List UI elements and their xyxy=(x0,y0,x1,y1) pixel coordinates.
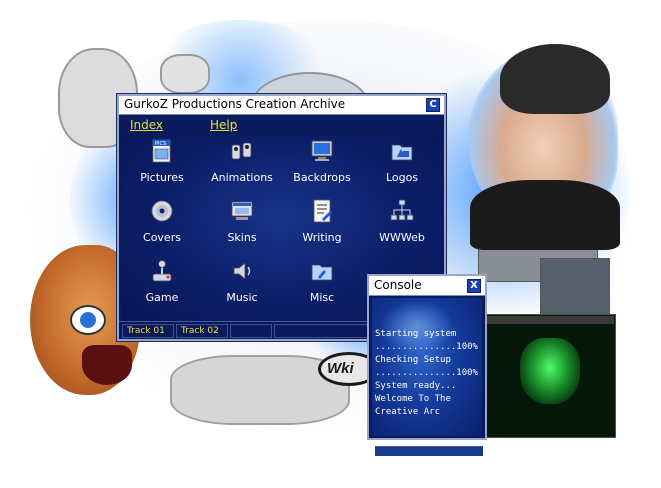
track-01-button[interactable]: Track 01 xyxy=(122,324,174,338)
backdrops-icon xyxy=(311,140,333,161)
game-icon xyxy=(152,260,172,282)
console-lines: Starting system ...............100% Chec… xyxy=(375,328,481,419)
covers-icon xyxy=(151,200,173,222)
skins-icon xyxy=(231,201,253,220)
console-close-button[interactable]: X xyxy=(467,279,481,293)
tile-skins[interactable]: Skins xyxy=(202,195,282,253)
console-line: Checking Setup xyxy=(375,355,451,365)
console-line: ...............100% xyxy=(375,342,478,352)
window-close-button[interactable]: C xyxy=(426,98,440,112)
status-panel xyxy=(230,324,272,338)
tile-animations[interactable]: Animations xyxy=(202,135,282,193)
console-line: Starting system xyxy=(375,329,457,339)
sketch-hand-drawing xyxy=(160,54,210,94)
screenshot-toolbar xyxy=(486,316,614,324)
wwweb-icon xyxy=(390,199,414,221)
tile-label: Misc xyxy=(309,291,335,304)
console-titlebar[interactable]: Console X xyxy=(369,276,485,296)
console-line: Creative Arc xyxy=(375,407,441,417)
background-screenshot xyxy=(540,258,610,318)
portrait-shirt xyxy=(470,180,620,250)
tile-game[interactable]: Game xyxy=(122,255,202,313)
menu-item-index[interactable]: Index xyxy=(130,118,163,132)
pictures-icon-badge: PICS xyxy=(155,141,166,147)
tile-label: Music xyxy=(226,291,258,304)
logos-icon xyxy=(391,144,413,161)
console-title: Console xyxy=(374,278,422,292)
console-window: Console X Starting system ..............… xyxy=(367,274,487,456)
tile-label: WWWeb xyxy=(379,231,425,244)
misc-icon xyxy=(311,264,333,281)
console-output: Starting system ...............100% Chec… xyxy=(372,298,483,456)
tile-pictures[interactable]: PICS Pictures xyxy=(122,135,202,193)
track-02-button[interactable]: Track 02 xyxy=(176,324,228,338)
cartoon-iris xyxy=(80,312,96,328)
tile-covers[interactable]: Covers xyxy=(122,195,202,253)
writing-icon xyxy=(313,199,332,223)
console-line: ...............100% xyxy=(375,368,478,378)
tile-writing[interactable]: Writing xyxy=(282,195,362,253)
animations-icon xyxy=(231,142,252,160)
window-title: GurkoZ Productions Creation Archive xyxy=(124,97,346,111)
console-line: Welcome To The xyxy=(375,394,451,404)
menu-bar: Index Help xyxy=(119,115,444,135)
tile-label: Backdrops xyxy=(293,171,351,184)
pictures-icon: PICS xyxy=(152,139,171,163)
tile-label: Skins xyxy=(227,231,257,244)
tile-music[interactable]: Music xyxy=(202,255,282,313)
tile-label: Writing xyxy=(302,231,342,244)
console-scrollbar[interactable] xyxy=(375,446,483,456)
tile-label: Covers xyxy=(143,231,181,244)
tile-label: Animations xyxy=(211,171,273,184)
console-line: System ready... xyxy=(375,381,457,391)
music-icon xyxy=(233,262,251,280)
cartoon-mouth xyxy=(82,345,132,385)
menu-item-help[interactable]: Help xyxy=(210,118,237,132)
green-skull-image xyxy=(520,338,580,404)
tile-wwweb[interactable]: WWWeb xyxy=(362,195,442,253)
tile-label: Logos xyxy=(385,171,419,184)
tile-logos[interactable]: Logos xyxy=(362,135,442,193)
tile-label: Game xyxy=(145,291,179,304)
tile-label: Pictures xyxy=(140,171,184,184)
tile-misc[interactable]: Misc xyxy=(282,255,362,313)
portrait-hair xyxy=(500,44,610,114)
window-titlebar[interactable]: GurkoZ Productions Creation Archive C xyxy=(119,96,444,115)
tile-backdrops[interactable]: Backdrops xyxy=(282,135,362,193)
